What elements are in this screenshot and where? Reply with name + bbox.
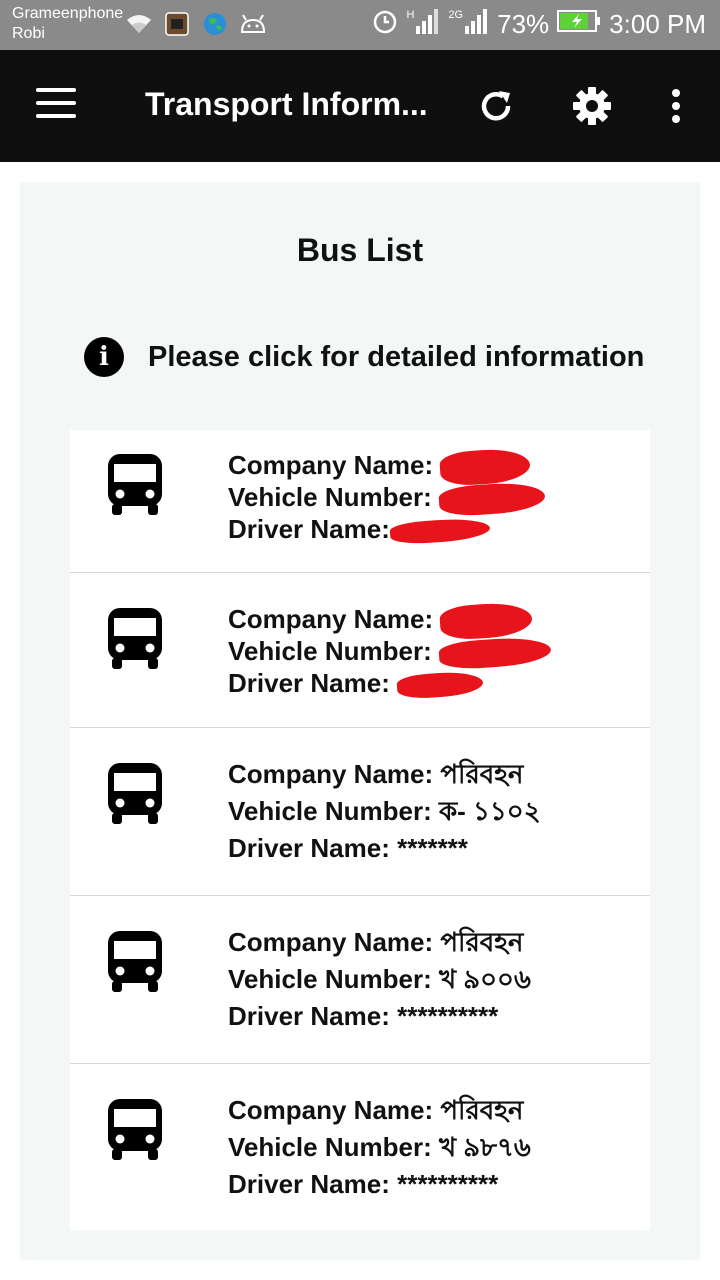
vehicle-line: Vehicle Number:: [228, 635, 551, 667]
vehicle-value: খ ৯০০৬: [438, 964, 531, 994]
driver-value: **********: [397, 1169, 499, 1199]
vehicle-line: Vehicle Number: খ ৯০০৬: [228, 961, 531, 998]
bus-details: Company Name: পরিবহন Vehicle Number: খ ৯…: [228, 924, 531, 1035]
driver-line: Driver Name: *******: [228, 830, 541, 867]
info-text: Please click for detailed information: [148, 340, 645, 373]
bus-details: Company Name: Vehicle Number: Driver Nam…: [228, 449, 545, 545]
list-item[interactable]: Company Name: Vehicle Number: Driver Nam…: [70, 573, 650, 728]
settings-gear-icon[interactable]: [570, 84, 614, 128]
menu-icon[interactable]: [36, 88, 76, 122]
vehicle-line: Vehicle Number:: [228, 481, 545, 513]
bus-details: Company Name: পরিবহন Vehicle Number: খ ৯…: [228, 1092, 531, 1203]
android-icon: [240, 11, 266, 37]
driver-line: Driver Name:: [228, 513, 545, 545]
network-type-label-secondary: 2G: [448, 8, 464, 21]
company-label: Company Name:: [228, 759, 434, 789]
vehicle-value: ক- ১১০২: [438, 796, 541, 826]
redacted-company: [440, 604, 532, 638]
company-label: Company Name:: [228, 1095, 434, 1125]
bus-list: Company Name: Vehicle Number: Driver Nam…: [70, 430, 650, 1230]
vehicle-label: Vehicle Number:: [228, 482, 432, 512]
page-title: Bus List: [296, 232, 424, 268]
status-bar: Grameenphone Robi H 2G 73% 3:00 PM: [0, 0, 720, 50]
bus-list-card: Bus List i Please click for detailed inf…: [20, 182, 700, 1260]
signal-icon-secondary: [465, 8, 489, 41]
driver-line: Driver Name: **********: [228, 998, 531, 1035]
bus-icon: [106, 452, 164, 521]
bus-icon: [106, 1097, 164, 1166]
clock: 3:00 PM: [609, 9, 706, 39]
app-title: Transport Inform...: [145, 86, 428, 122]
vehicle-line: Vehicle Number: ক- ১১০২: [228, 793, 541, 830]
driver-label: Driver Name:: [228, 1169, 390, 1199]
company-value: পরিবহন: [440, 759, 524, 789]
battery-percent: 73%: [497, 9, 550, 39]
driver-label: Driver Name:: [228, 1001, 390, 1031]
list-item[interactable]: Company Name: পরিবহন Vehicle Number: ক- …: [70, 728, 650, 896]
driver-value: **********: [397, 1001, 499, 1031]
wifi-icon: [126, 11, 152, 37]
redacted-driver: [397, 673, 483, 697]
driver-label: Driver Name:: [228, 514, 390, 544]
driver-label: Driver Name:: [228, 833, 390, 863]
driver-label: Driver Name:: [228, 668, 390, 698]
company-line: Company Name: পরিবহন: [228, 924, 531, 961]
bus-details: Company Name: পরিবহন Vehicle Number: ক- …: [228, 756, 541, 867]
info-hint: i Please click for detailed information: [84, 337, 644, 377]
company-label: Company Name:: [228, 927, 434, 957]
company-label: Company Name:: [228, 604, 434, 634]
list-item[interactable]: Company Name: পরিবহন Vehicle Number: খ ৯…: [70, 896, 650, 1064]
driver-line: Driver Name:: [228, 667, 551, 699]
overflow-menu-icon[interactable]: [654, 84, 698, 128]
battery-charging-icon: [557, 9, 601, 40]
vehicle-label: Vehicle Number:: [228, 964, 432, 994]
vehicle-label: Vehicle Number:: [228, 636, 432, 666]
signal-icon: [416, 8, 440, 41]
bus-icon: [106, 761, 164, 830]
info-icon: i: [84, 337, 124, 377]
vehicle-value: খ ৯৮৭৬: [438, 1132, 531, 1162]
driver-value: *******: [397, 833, 468, 863]
app-bar: Transport Inform...: [0, 50, 720, 162]
notification-icons: [126, 11, 266, 37]
redacted-company: [440, 450, 530, 484]
redacted-vehicle: [439, 484, 545, 514]
refresh-icon[interactable]: [474, 84, 518, 128]
list-item[interactable]: Company Name: পরিবহন Vehicle Number: খ ৯…: [70, 1064, 650, 1230]
company-line: Company Name: পরিবহন: [228, 1092, 531, 1129]
bus-details: Company Name: Vehicle Number: Driver Nam…: [228, 603, 551, 699]
vehicle-line: Vehicle Number: খ ৯৮৭৬: [228, 1129, 531, 1166]
company-line: Company Name: পরিবহন: [228, 756, 541, 793]
driver-line: Driver Name: **********: [228, 1166, 531, 1203]
vehicle-label: Vehicle Number:: [228, 1132, 432, 1162]
company-value: পরিবহন: [440, 1095, 524, 1125]
redacted-vehicle: [439, 639, 551, 667]
alarm-icon: [372, 8, 398, 41]
carrier-info: Grameenphone Robi: [12, 4, 123, 44]
carrier-name-primary: Grameenphone: [12, 5, 124, 22]
redacted-driver: [390, 520, 490, 542]
bus-icon: [106, 606, 164, 675]
globe-icon: [202, 11, 228, 37]
vehicle-label: Vehicle Number:: [228, 796, 432, 826]
carrier-name-secondary: Robi: [12, 25, 45, 42]
company-line: Company Name:: [228, 603, 551, 635]
system-status: H 2G 73% 3:00 PM: [372, 8, 706, 41]
company-value: পরিবহন: [440, 927, 524, 957]
list-item[interactable]: Company Name: Vehicle Number: Driver Nam…: [70, 430, 650, 573]
network-type-label: H: [406, 8, 415, 21]
company-line: Company Name:: [228, 449, 545, 481]
app-notification-icon: [164, 11, 190, 37]
company-label: Company Name:: [228, 450, 434, 480]
bus-icon: [106, 929, 164, 998]
